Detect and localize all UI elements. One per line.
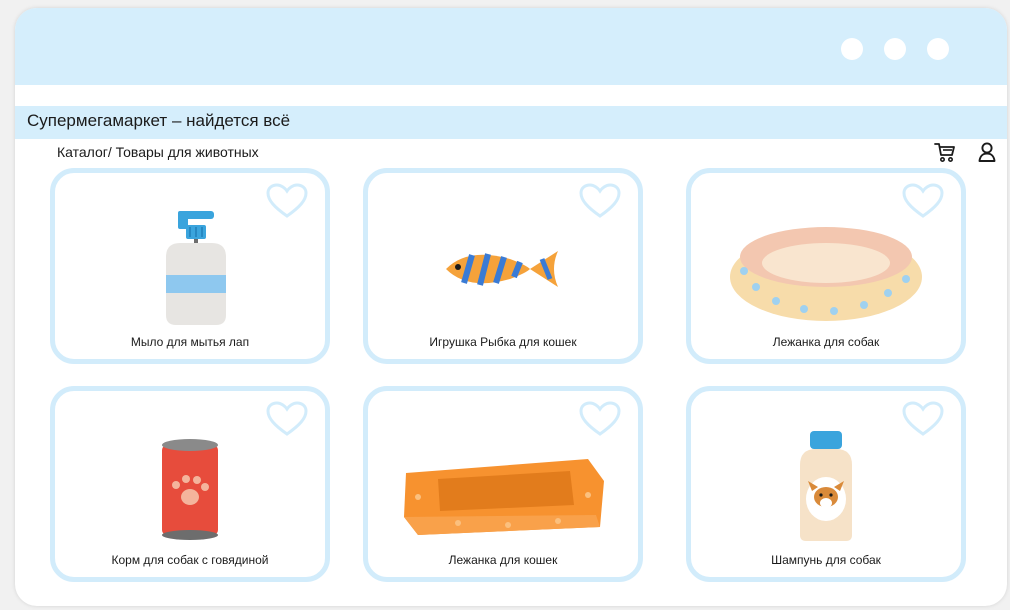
product-card[interactable]: Корм для собак с говядиной: [50, 386, 330, 582]
window-dot[interactable]: [927, 38, 949, 60]
product-name[interactable]: Корм для собак с говядиной: [55, 553, 325, 567]
product-name[interactable]: Лежанка для кошек: [368, 553, 638, 567]
fish-toy-icon: [446, 251, 558, 287]
dog-shampoo-icon: [800, 431, 852, 541]
cat-bed-icon: [404, 459, 604, 535]
product-card[interactable]: Игрушка Рыбка для кошек: [363, 168, 643, 364]
cart-icon[interactable]: [933, 140, 957, 164]
site-title[interactable]: Супермегамаркет – найдется всё: [27, 111, 290, 131]
product-card[interactable]: Лежанка для кошек: [363, 386, 643, 582]
product-name[interactable]: Мыло для мытья лап: [55, 335, 325, 349]
product-card[interactable]: Мыло для мытья лап: [50, 168, 330, 364]
window-titlebar: [15, 8, 1007, 85]
user-icon[interactable]: [975, 140, 999, 164]
site-header: Супермегамаркет – найдется всё: [15, 106, 1007, 139]
product-image[interactable]: [368, 207, 638, 327]
window-controls: [841, 38, 949, 60]
food-can-icon: [162, 439, 218, 540]
product-name[interactable]: Шампунь для собак: [691, 553, 961, 567]
window-dot[interactable]: [841, 38, 863, 60]
product-image[interactable]: [368, 425, 638, 545]
product-name[interactable]: Игрушка Рыбка для кошек: [368, 335, 638, 349]
product-image[interactable]: [55, 207, 325, 327]
product-name[interactable]: Лежанка для собак: [691, 335, 961, 349]
breadcrumb[interactable]: Каталог/ Товары для животных: [57, 144, 259, 160]
window-dot[interactable]: [884, 38, 906, 60]
product-image[interactable]: [691, 425, 961, 545]
product-card[interactable]: Шампунь для собак: [686, 386, 966, 582]
soap-dispenser-icon: [166, 211, 226, 325]
dog-bed-icon: [730, 227, 922, 321]
product-image[interactable]: [691, 207, 961, 327]
product-image[interactable]: [55, 425, 325, 545]
browser-window: Супермегамаркет – найдется всё Каталог/ …: [15, 8, 1007, 606]
product-card[interactable]: Лежанка для собак: [686, 168, 966, 364]
